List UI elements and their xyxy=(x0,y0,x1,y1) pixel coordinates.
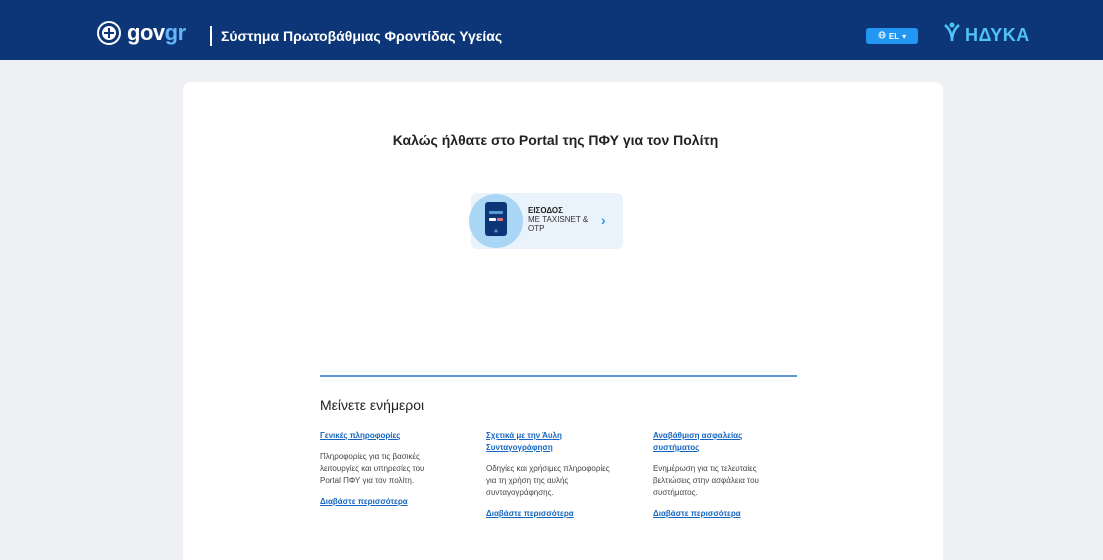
general-info-description: Πληροφορίες για τις βασικές λειτουργίες … xyxy=(320,452,425,485)
login-circle xyxy=(469,194,523,248)
general-info-link[interactable]: Γενικές πληροφορίες xyxy=(320,430,445,442)
prescription-read-more-link[interactable]: Διαβάστε περισσότερα xyxy=(486,508,616,520)
main-card: Καλώς ήλθατε στο Portal της ΠΦΥ για τον … xyxy=(183,82,943,560)
login-line-1: ΕΙΣΟΔΟΣ xyxy=(528,206,563,215)
header-divider xyxy=(210,26,212,46)
welcome-heading: Καλώς ήλθατε στο Portal της ΠΦΥ για τον … xyxy=(392,132,719,148)
gov-gr-wordmark: govgr xyxy=(127,22,186,44)
login-line-3: OTP xyxy=(528,224,545,233)
stay-informed-heading: Μείνετε ενήμεροι xyxy=(320,397,425,413)
prescription-info-description: Οδηγίες και χρήσιμες πληροφορίες για τη … xyxy=(486,464,610,497)
greek-emblem-icon xyxy=(97,21,121,45)
security-read-more-link[interactable]: Διαβάστε περισσότερα xyxy=(653,508,785,520)
hdyka-emblem-icon xyxy=(941,21,963,48)
language-label: EL xyxy=(888,31,900,41)
mobile-phone-icon xyxy=(485,201,507,241)
gov-text: gov xyxy=(127,20,165,45)
gr-text: gr xyxy=(164,20,187,45)
general-info-read-more-link[interactable]: Διαβάστε περισσότερα xyxy=(320,496,445,508)
security-upgrade-description: Ενημέρωση για τις τελευταίες βελτιώσεις … xyxy=(653,464,759,497)
taxisnet-login-button[interactable]: ΕΙΣΟΔΟΣ ΜΕ TAXISNET & OTP › xyxy=(469,193,623,249)
chevron-right-icon: › xyxy=(601,212,606,228)
login-line-2: ΜΕ TAXISNET & xyxy=(528,215,589,224)
info-column-security: Αναβάθμιση ασφαλείας συστήματος Ενημέρωσ… xyxy=(653,430,785,520)
top-header: govgr Σύστημα Πρωτοβάθμιας Φροντίδας Υγε… xyxy=(0,0,1103,60)
hdyka-text: ΗΔΥΚΑ xyxy=(965,24,1030,45)
gov-gr-logo[interactable]: govgr xyxy=(97,21,186,45)
security-upgrade-link[interactable]: Αναβάθμιση ασφαλείας συστήματος xyxy=(653,430,785,454)
info-column-prescription: Σχετικά με την Άυλη Συνταγογράφηση Οδηγί… xyxy=(486,430,616,520)
hdyka-logo[interactable]: ΗΔΥΚΑ xyxy=(941,21,1030,48)
info-column-general: Γενικές πληροφορίες Πληροφορίες για τις … xyxy=(320,430,445,508)
caret-down-icon: ▾ xyxy=(902,31,907,41)
globe-icon xyxy=(878,31,886,41)
section-divider xyxy=(320,375,797,377)
language-selector[interactable]: EL ▾ xyxy=(866,28,918,44)
prescription-info-link[interactable]: Σχετικά με την Άυλη Συνταγογράφηση xyxy=(486,430,616,454)
system-title: Σύστημα Πρωτοβάθμιας Φροντίδας Υγείας xyxy=(221,28,503,44)
login-text: ΕΙΣΟΔΟΣ ΜΕ TAXISNET & OTP xyxy=(528,206,588,233)
